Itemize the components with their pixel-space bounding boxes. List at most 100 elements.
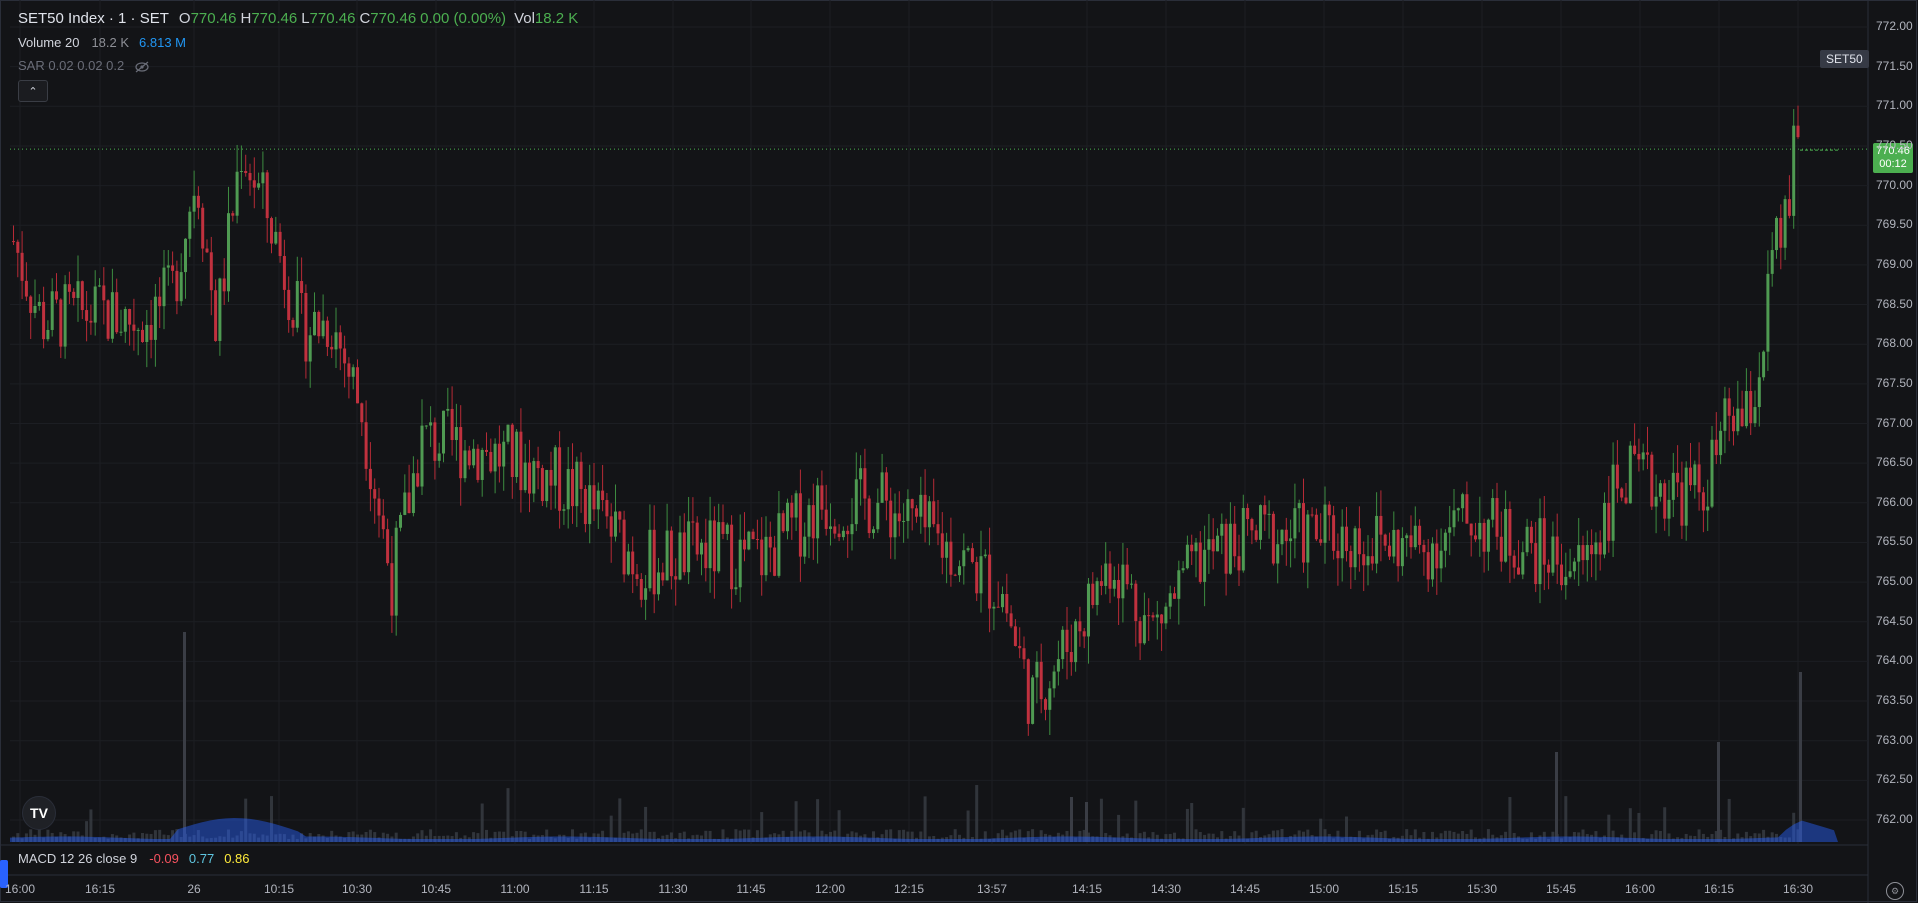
candle-body [829,526,832,529]
candle-body [1409,535,1413,548]
candle-body [1603,502,1606,555]
sar-label: SAR 0.02 0.02 0.2 [18,58,125,73]
candle-body [1121,564,1125,599]
candle-body [55,291,58,300]
candle-body [274,231,278,244]
candle-body [859,468,863,480]
time-tick-label: 16:30 [1782,882,1814,896]
candle-body [1452,510,1456,528]
candle-body [1233,523,1237,557]
macd-legend[interactable]: MACD 12 26 close 9 -0.09 0.77 0.86 [18,851,256,866]
candle-body [420,425,424,487]
candle-body [1753,407,1757,424]
candle-body [1590,545,1594,555]
candle-body [1250,519,1254,531]
candle-body [1667,499,1671,519]
candle-body [562,509,566,511]
candle-body [1069,651,1073,663]
candle-body [171,265,175,271]
candle-body [1078,621,1082,632]
sar-legend[interactable]: SAR 0.02 0.02 0.2 [18,58,150,73]
time-tick-label: 16:00 [1624,882,1656,896]
time-tick-label: 15:45 [1545,882,1577,896]
candle-body [1491,498,1495,520]
candle-body [145,324,149,343]
candle-body [1224,523,1228,574]
candle-body [1349,551,1353,568]
candle-body [540,468,544,502]
settings-icon[interactable]: ⚙ [1886,882,1904,900]
candle-body [442,410,445,454]
candle-body [910,499,914,509]
candle-body [777,513,781,576]
candle-body [1345,526,1348,552]
candle-body [1048,688,1052,710]
candle-body [1095,581,1099,605]
candle-body [730,524,734,590]
collapse-legend-button[interactable]: ⌃ [18,80,48,102]
price-tick-label: 772.00 [1876,19,1913,33]
candle-body [665,530,669,581]
candle-body [1241,508,1245,571]
candle-body [1620,488,1624,498]
close-key: C [359,10,371,27]
candle-body [1375,515,1379,564]
candle-body [1022,648,1026,660]
candle-body [893,513,897,538]
candle-body [975,562,979,594]
tradingview-logo-icon[interactable]: TV [22,796,56,830]
candle-body [755,539,759,541]
candle-body [59,299,63,347]
candle-body [1134,583,1138,622]
volume-legend[interactable]: Volume 20 18.2 K 6.813 M [18,35,192,50]
candle-body [149,324,153,340]
candle-body [179,272,183,302]
candle-body [523,462,527,491]
candle-body [1572,561,1576,572]
candle-body [1087,583,1090,637]
candle-body [1026,659,1030,724]
candle-body [1671,472,1675,500]
candle-body [1035,661,1039,678]
price-tick-label: 762.00 [1876,812,1913,826]
candle-body [691,521,695,523]
candle-body [704,542,708,569]
candle-body [244,170,248,174]
volume-bar [1241,807,1245,842]
candle-body [1456,508,1460,511]
candle-body [80,281,84,311]
candle-body [1542,518,1546,565]
candle-body [558,447,562,511]
candle-body [33,305,37,313]
candle-body [1357,528,1361,555]
candle-body [876,502,880,530]
candle-body [992,606,996,609]
price-tick-label: 771.00 [1876,98,1913,113]
chevron-up-icon: ⌃ [28,85,38,98]
candle-body [300,281,304,293]
candle-body [1534,543,1538,585]
candle-body [1448,527,1452,533]
eye-off-icon[interactable] [134,61,150,73]
volume-value: 18.2 K [91,35,130,50]
chart-canvas[interactable] [0,0,1918,903]
candle-body [867,498,871,534]
candle-body [411,473,415,514]
candle-body [463,450,467,479]
candle-body [433,422,437,461]
volume-bar [1508,797,1512,842]
candle-body [1052,671,1056,689]
candle-body [820,485,824,510]
candle-body [1740,408,1744,427]
candle-body [1388,545,1391,557]
candle-body [1684,467,1688,526]
change-value: 0.00 (0.00%) [420,10,507,27]
candle-body [915,508,918,517]
candle-body [536,461,540,469]
candle-body [282,256,286,290]
candle-body [308,335,312,362]
symbol-title[interactable]: SET50 Index · 1 · SET [18,10,169,27]
candle-body [661,572,665,581]
candle-body [1787,199,1791,216]
price-tick-label: 769.50 [1876,217,1913,232]
